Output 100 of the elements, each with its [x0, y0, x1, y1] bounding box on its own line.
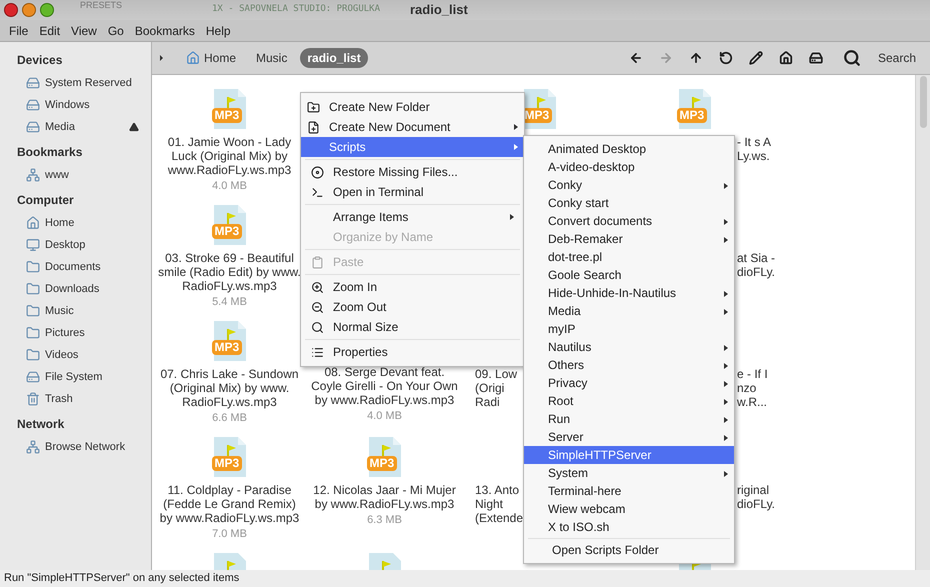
close-button[interactable]	[4, 3, 18, 17]
menu-item[interactable]: Deb-Remaker	[524, 230, 734, 248]
file-name: e - If I nzo w.R...	[737, 367, 768, 409]
maximize-button[interactable]	[40, 3, 54, 17]
menu-item[interactable]: Hide-Unhide-In-Nautilus	[524, 284, 734, 302]
menu-item[interactable]: System	[524, 464, 734, 482]
sidebar-item[interactable]: Windows	[0, 94, 151, 116]
window-title: radio_list	[410, 1, 468, 20]
submenu-arrow-icon	[724, 237, 728, 243]
menu-item[interactable]: Conky	[524, 176, 734, 194]
eject-icon[interactable]	[129, 122, 139, 132]
menu-item[interactable]: Others	[524, 356, 734, 374]
sidebar-item-icon	[26, 260, 40, 274]
menu-item[interactable]: Properties	[305, 342, 520, 362]
menu-item[interactable]: A-video-desktop	[524, 158, 734, 176]
zoom-out-icon	[311, 300, 324, 314]
file-name[interactable]: 07. Chris Lake - Sundown (Original Mix) by www. RadioFLy.ws.mp3	[160, 367, 299, 409]
menu-item[interactable]: Restore Missing Files...	[305, 162, 520, 182]
menu-item[interactable]: Run	[524, 410, 734, 428]
menu-bar-item[interactable]: Bookmarks	[130, 22, 200, 40]
zoom-in-icon	[311, 280, 324, 294]
menu-item[interactable]: Server	[524, 428, 734, 446]
search-icon[interactable]	[842, 49, 861, 67]
sidebar-item-icon	[26, 282, 40, 296]
menu-item[interactable]: Open Scripts Folder	[528, 541, 730, 559]
arrow-up-icon[interactable]	[688, 51, 703, 65]
sidebar-item[interactable]: Desktop	[0, 234, 151, 256]
status-bar: Run "SimpleHTTPServer" on any selected items	[0, 570, 930, 587]
file-name[interactable]: 11. Coldplay - Paradise (Fedde Le Grand Remix) by www.RadioFLy.ws.mp3	[160, 483, 300, 525]
menu-item[interactable]: Goole Search	[524, 266, 734, 284]
menu-item[interactable]: dot-tree.pl	[524, 248, 734, 266]
menu-item[interactable]: SimpleHTTPServer	[524, 446, 734, 464]
menu-item[interactable]: Conky start	[524, 194, 734, 212]
file-name[interactable]: 12. Nicolas Jaar - Mi Mujer by www.RadioFLy.ws.mp3	[313, 483, 456, 511]
drive-icon[interactable]	[808, 51, 823, 65]
menu-bar-item[interactable]: Go	[102, 22, 129, 40]
file-name[interactable]: 08. Serge Devant feat. Coyle Girelli - On Your Own by www.RadioFLy.ws.mp3	[311, 365, 458, 407]
menu-item[interactable]: Root	[524, 392, 734, 410]
menu-item[interactable]: Normal Size	[305, 317, 520, 337]
sidebar-item[interactable]: www	[0, 164, 151, 186]
menu-bar-item[interactable]: File	[4, 22, 34, 40]
home-folder-icon	[186, 51, 200, 65]
scrollbar[interactable]	[915, 75, 930, 570]
menu-bar-item[interactable]: Edit	[34, 22, 66, 40]
submenu-arrow-icon	[724, 363, 728, 369]
sidebar-item[interactable]: File System	[0, 366, 151, 388]
sidebar-item[interactable]: Videos	[0, 344, 151, 366]
menu-item[interactable]: Zoom Out	[305, 297, 520, 317]
file-name[interactable]: 03. Stroke 69 - Beautiful smile (Radio Edit) by www. RadioFLy.ws.mp3	[158, 251, 301, 293]
sidebar-heading: Devices	[16, 52, 64, 69]
breadcrumb[interactable]: Home	[179, 48, 244, 68]
menu-item[interactable]: Convert documents	[524, 212, 734, 230]
sidebar-item[interactable]: Browse Network	[0, 436, 151, 458]
menu-item[interactable]: Zoom In	[305, 277, 520, 297]
menu-item[interactable]: Terminal-here	[524, 482, 734, 500]
breadcrumb-toggle-icon[interactable]	[160, 55, 163, 61]
menu-item[interactable]: Scripts	[301, 137, 524, 157]
sidebar-item[interactable]: Home	[0, 212, 151, 234]
terminal-icon	[311, 186, 324, 198]
menu-item[interactable]: Arrange Items	[305, 207, 520, 227]
menu-item[interactable]: X to ISO.sh	[524, 518, 734, 536]
submenu-arrow-icon	[724, 183, 728, 189]
file-name: riginal dioFLy.	[737, 483, 776, 511]
sidebar-item-icon	[26, 440, 40, 454]
sidebar-heading: Network	[16, 416, 66, 433]
menu-item[interactable]: Create New Document	[301, 117, 524, 137]
menu-item[interactable]: Create New Folder	[301, 97, 524, 117]
pencil-icon[interactable]	[748, 51, 763, 65]
reload-icon[interactable]	[718, 51, 733, 65]
menu-bar-item[interactable]: View	[66, 22, 102, 40]
sidebar-item-icon	[26, 98, 40, 112]
submenu-arrow-icon	[514, 144, 518, 150]
menu-item[interactable]: Privacy	[524, 374, 734, 392]
sidebar-item[interactable]: Trash	[0, 388, 151, 410]
breadcrumb[interactable]: Music	[249, 48, 294, 68]
menu-item[interactable]: Nautilus	[524, 338, 734, 356]
breadcrumb[interactable]: radio_list	[300, 48, 368, 68]
sidebar-item[interactable]: Media	[0, 116, 151, 138]
search-button[interactable]: Search	[878, 49, 916, 67]
submenu-arrow-icon	[724, 381, 728, 387]
sidebar-item-icon	[26, 326, 40, 340]
file-size: 5.4 MB	[212, 295, 247, 309]
file-name[interactable]: 01. Jamie Woon - Lady Luck (Original Mix) by www.RadioFLy.ws.mp3	[168, 135, 292, 177]
sidebar-item[interactable]: Downloads	[0, 278, 151, 300]
home-icon[interactable]	[778, 51, 793, 65]
file-name: 09. Low (Origi Radi	[475, 367, 518, 409]
menu-item[interactable]: Media	[524, 302, 734, 320]
menu-item[interactable]: Wiew webcam	[524, 500, 734, 518]
menu-item[interactable]: Open in Terminal	[305, 182, 520, 202]
minimize-button[interactable]	[22, 3, 36, 17]
background-window-text: PRESETS	[80, 0, 122, 10]
sidebar-item[interactable]: System Reserved	[0, 72, 151, 94]
file-name: 13. Anto Night (Extende	[475, 483, 524, 525]
sidebar-item[interactable]: Documents	[0, 256, 151, 278]
sidebar-item[interactable]: Pictures	[0, 322, 151, 344]
menu-item[interactable]: Animated Desktop	[524, 140, 734, 158]
submenu-arrow-icon	[724, 471, 728, 477]
menu-bar-item[interactable]: Help	[200, 22, 236, 40]
sidebar-item[interactable]: Music	[0, 300, 151, 322]
menu-item[interactable]: myIP	[524, 320, 734, 338]
